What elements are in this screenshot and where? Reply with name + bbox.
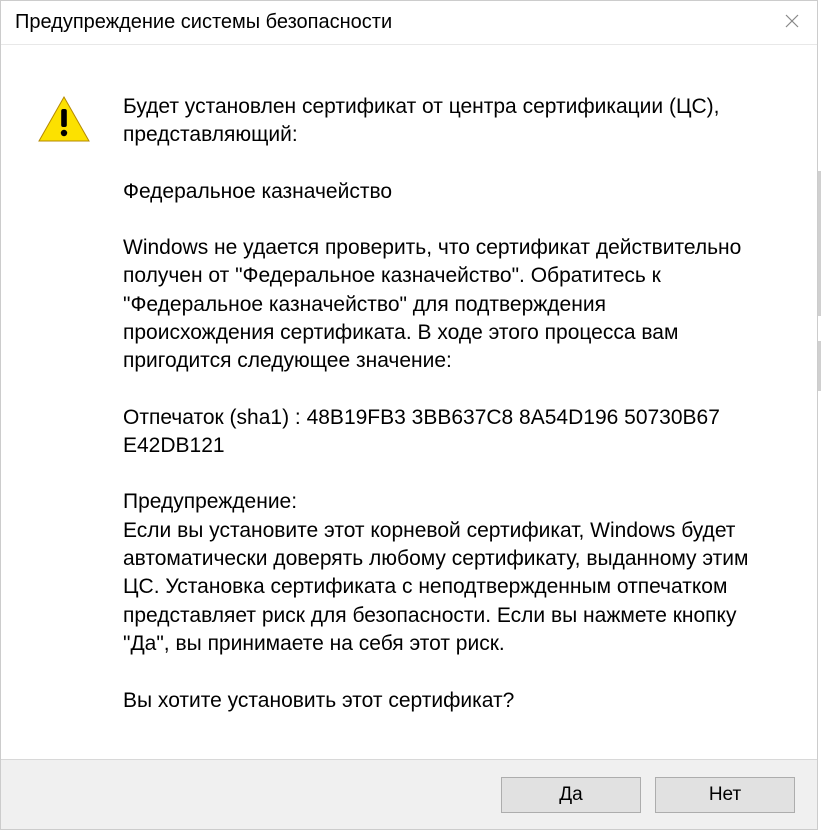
cannot-verify-text: Windows не удается проверить, что сертиф… — [123, 234, 751, 376]
close-button[interactable] — [775, 7, 809, 35]
no-button[interactable]: Нет — [655, 777, 795, 813]
intro-text: Будет установлен сертификат от центра се… — [123, 93, 751, 150]
dialog-footer: Да Нет — [1, 759, 817, 829]
yes-button[interactable]: Да — [501, 777, 641, 813]
icon-column — [37, 93, 97, 739]
titlebar: Предупреждение системы безопасности — [1, 1, 817, 45]
warning-label: Предупреждение: — [123, 490, 297, 513]
message-text: Будет установлен сертификат от центра се… — [123, 93, 781, 739]
warning-text: Если вы установите этот корневой сертифи… — [123, 519, 748, 655]
security-warning-dialog: Предупреждение системы безопасности Буде… — [0, 0, 818, 830]
question-text: Вы хотите установить этот сертификат? — [123, 687, 751, 715]
decorative-edge — [818, 341, 821, 391]
dialog-title: Предупреждение системы безопасности — [15, 11, 392, 34]
issuer-name: Федеральное казначейство — [123, 178, 751, 206]
dialog-content: Будет установлен сертификат от центра се… — [1, 45, 817, 759]
decorative-edge — [818, 171, 821, 316]
warning-paragraph: Предупреждение: Если вы установите этот … — [123, 488, 751, 658]
close-icon — [785, 14, 799, 28]
thumbprint-text: Отпечаток (sha1) : 48B19FB3 3BB637C8 8A5… — [123, 404, 751, 461]
warning-icon — [37, 95, 91, 143]
